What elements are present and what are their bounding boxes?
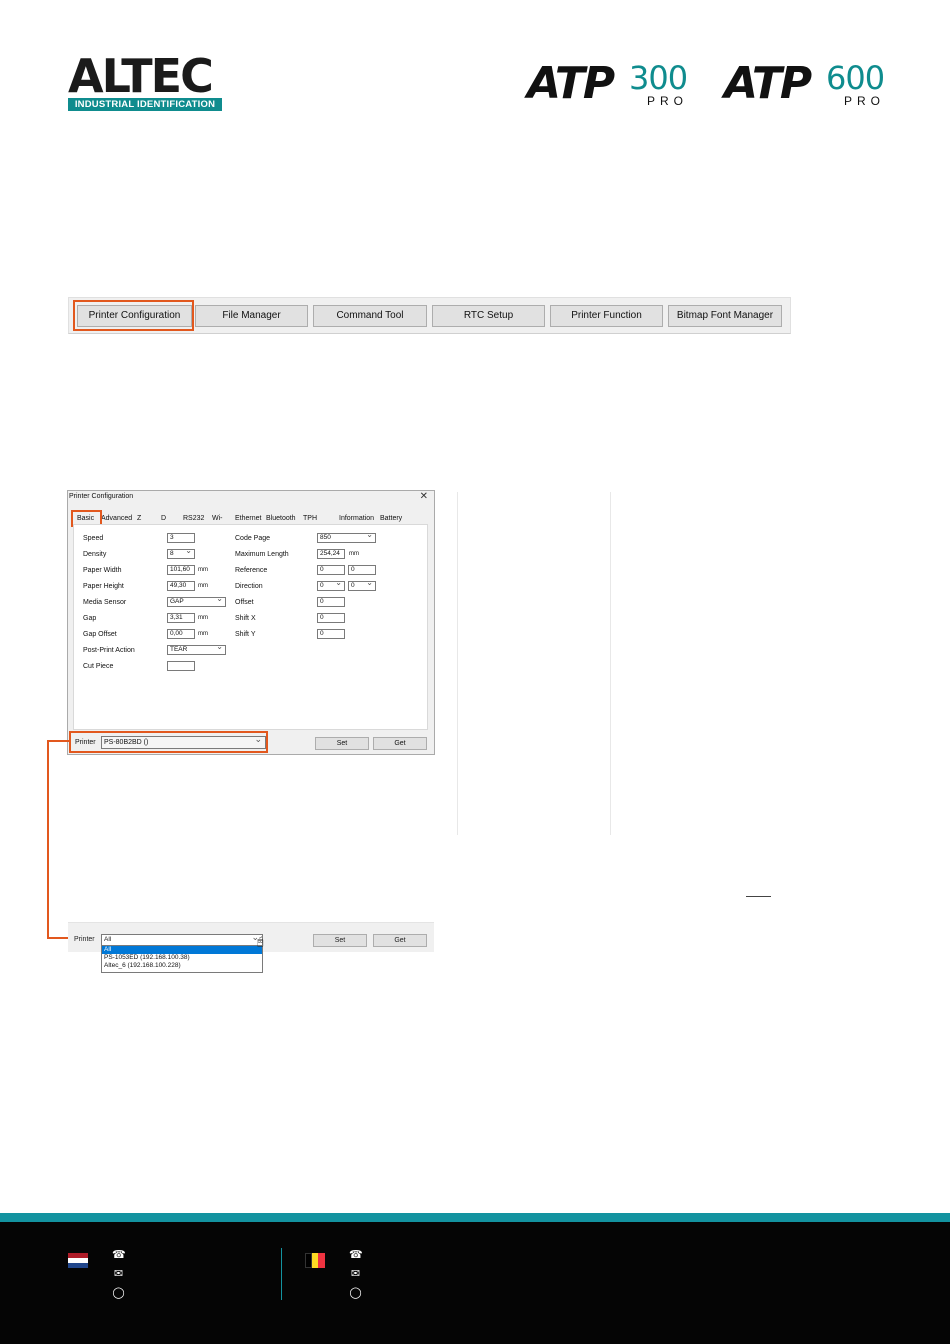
field-label: Density [83,551,107,558]
field-label: Offset [235,599,254,606]
post-print-action-select[interactable]: TEAR [167,643,226,655]
tab-ethernet[interactable]: Ethernet [235,514,261,524]
bitmap-font-manager-button[interactable]: Bitmap Font Manager [668,305,782,327]
tab-d[interactable]: D [161,514,166,524]
tab-rs232[interactable]: RS232 [183,514,204,524]
media-sensor-select[interactable]: GAP [167,595,226,607]
printer-dropdown-list: All PS-1053ED (192.168.100.38) Altec_6 (… [101,945,263,973]
field-label: Shift Y [235,631,256,638]
field-label: Direction [235,583,263,590]
reference-x-field[interactable]: 0 [317,565,345,575]
field-label: Gap [83,615,97,622]
field-label: Shift X [235,615,256,622]
connector-line [47,937,69,939]
unit-label: mm [198,583,208,589]
rtc-setup-button[interactable]: RTC Setup [432,305,545,327]
direction-select[interactable]: 0 [317,579,345,591]
tab-battery[interactable]: Battery [380,514,402,524]
speed-field[interactable]: 3 [167,533,195,543]
model-suffix: PRO [844,94,886,108]
field-label: Gap Offset [83,631,117,638]
unit-label: mm [198,631,208,637]
cut-piece-field[interactable] [167,661,195,671]
model-number: 600 [826,59,885,97]
logo-word: ALTEC [68,49,214,103]
model-logo-600: ATP 600 PRO [724,58,886,110]
file-manager-button[interactable]: File Manager [195,305,308,327]
belgium-flag-icon [305,1253,325,1268]
get-button[interactable]: Get [373,934,427,947]
divider [746,896,771,897]
altec-logo: ALTEC INDUSTRIAL IDENTIFICATION [68,49,222,114]
dropdown-option[interactable]: Altec_6 (192.168.100.228) [102,962,262,970]
divider [610,492,611,835]
model-prefix: ATP [724,58,812,109]
shift-x-field[interactable]: 0 [317,613,345,623]
dropdown-option[interactable]: All [102,946,262,954]
field-label: Reference [235,567,268,574]
get-button[interactable]: Get [373,737,427,750]
tab-bluetooth[interactable]: Bluetooth [266,514,296,524]
field-label: Speed [83,535,104,542]
paper-width-field[interactable]: 101,60 [167,565,195,575]
tab-information[interactable]: Information [339,514,374,524]
globe-icon: ◯ [112,1287,125,1299]
field-label: Media Sensor [83,599,127,606]
set-button[interactable]: Set [313,934,367,947]
model-suffix: PRO [647,94,689,108]
code-page-select[interactable]: 850 [317,531,376,543]
tab-z[interactable]: Z [137,514,141,524]
mirror-select[interactable]: 0 [348,579,376,591]
tab-advanced[interactable]: Advanced [101,514,132,524]
unit-label: mm [349,551,359,557]
reference-y-field[interactable]: 0 [348,565,376,575]
logo-tagline: INDUSTRIAL IDENTIFICATION [68,98,222,111]
field-label: Maximum Length [235,551,289,558]
footer [0,1222,950,1344]
close-icon[interactable]: ✕ [420,491,428,502]
field-label: Paper Height [83,583,124,590]
shift-y-field[interactable]: 0 [317,629,345,639]
printer-function-button[interactable]: Printer Function [550,305,663,327]
dialog-title: Printer Configuration [69,493,134,500]
density-select[interactable]: 8 [167,547,195,559]
unit-label: mm [198,567,208,573]
maximum-length-field[interactable]: 254,24 [317,549,345,559]
globe-icon: ◯ [349,1287,362,1299]
set-button[interactable]: Set [315,737,369,750]
mail-icon: ✉ [350,1268,361,1280]
highlight-frame [73,300,194,331]
footer-divider [281,1248,282,1300]
utility-toolbar: Printer Configuration File Manager Comma… [68,297,791,334]
highlight-frame [69,731,268,753]
model-prefix: ATP [527,58,615,109]
paper-height-field[interactable]: 49,30 [167,581,195,591]
dropdown-option[interactable]: PS-1053ED (192.168.100.38) [102,954,262,962]
field-label: Cut Piece [83,663,114,670]
divider [457,492,458,835]
gap-offset-field[interactable]: 0,00 [167,629,195,639]
connector-line [47,740,69,742]
gap-field[interactable]: 3,31 [167,613,195,623]
command-tool-button[interactable]: Command Tool [313,305,427,327]
printer-configuration-dialog: Printer Configuration ✕ Basic Advanced Z… [67,490,435,755]
printer-label: Printer [74,936,95,943]
field-label: Paper Width [83,567,122,574]
phone-icon: ☎ [349,1249,363,1261]
footer-accent-bar [0,1213,950,1222]
field-label: Post-Print Action [83,647,135,654]
unit-label: mm [198,615,208,621]
model-logo-300: ATP 300 PRO [527,58,689,110]
offset-field[interactable]: 0 [317,597,345,607]
model-number: 300 [629,59,688,97]
mouse-cursor-icon: 🖰 [257,936,264,948]
connector-line [47,740,49,939]
basic-tab-panel: Speed 3 Density 8 Paper Width 101,60 mm … [73,524,428,730]
netherlands-flag-icon [68,1253,88,1268]
field-label: Code Page [235,535,271,542]
mail-icon: ✉ [113,1268,124,1280]
phone-icon: ☎ [112,1249,126,1261]
